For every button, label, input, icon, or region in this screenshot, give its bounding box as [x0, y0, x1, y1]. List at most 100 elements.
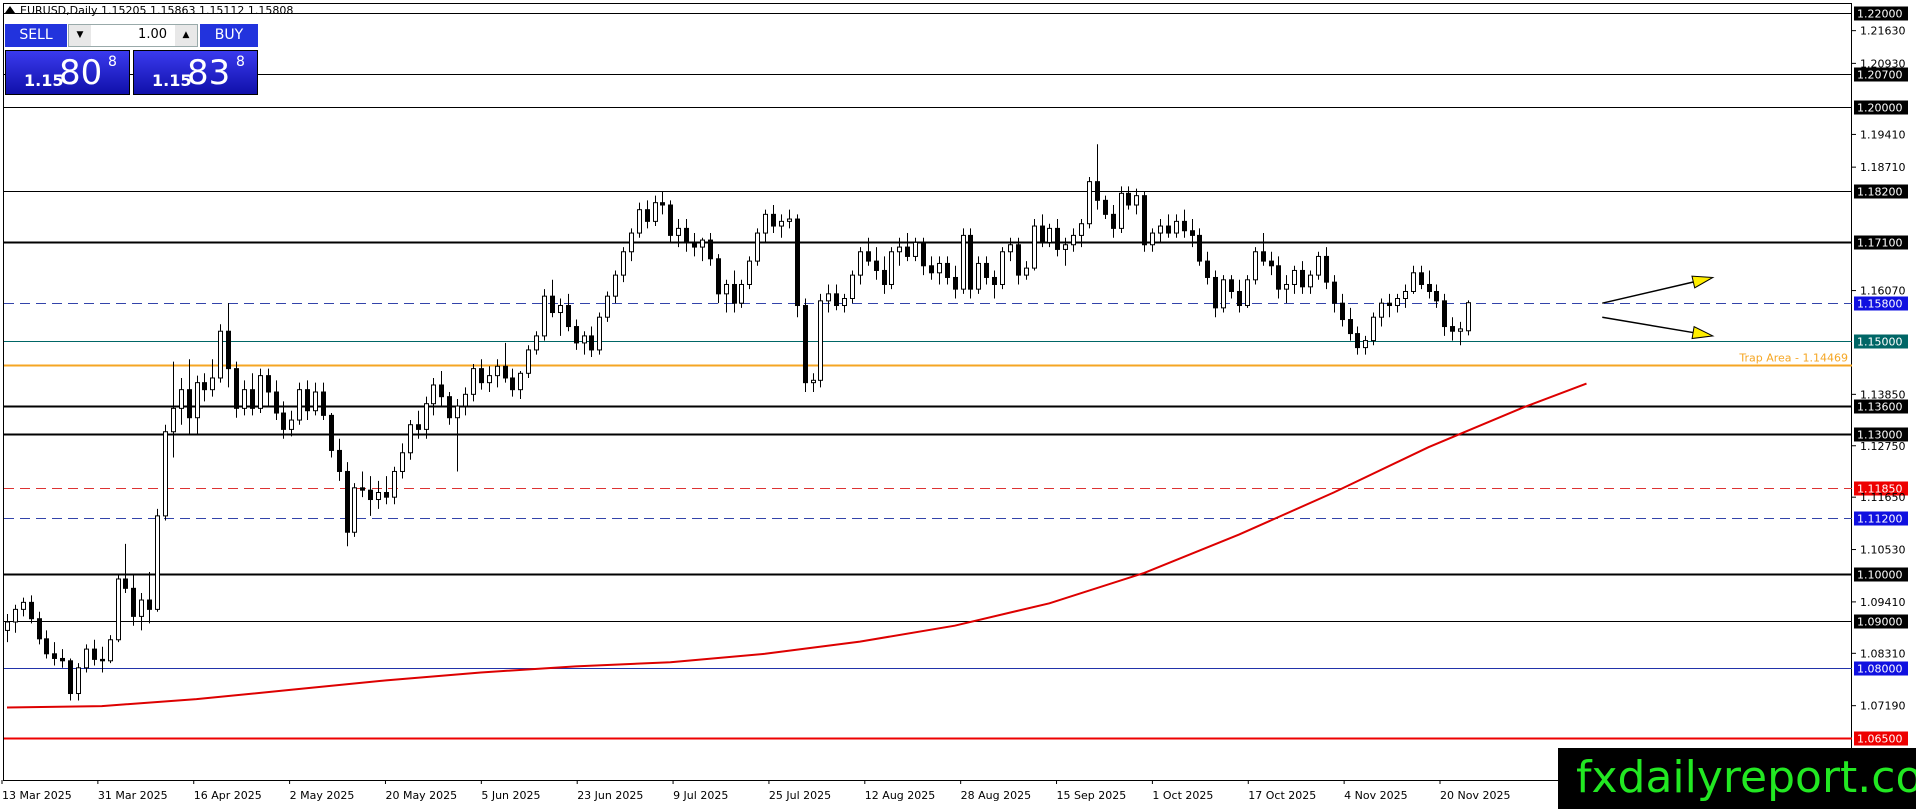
candle-bear-body — [510, 377, 515, 391]
candle-bear-body — [329, 414, 334, 451]
candle-bull-body — [534, 335, 539, 351]
candle-bear-body — [1197, 234, 1202, 262]
y-axis: 1.21630 1.20930 1.19410 1.18710 1.16070 1.138… — [1852, 25, 1906, 765]
candle-bear-body — [732, 283, 737, 304]
candle-bull-body — [1411, 272, 1416, 292]
candle-bull-body — [913, 241, 918, 257]
candle-bear-body — [589, 335, 594, 351]
candle-bear-body — [1332, 281, 1337, 304]
candle-bull-body — [739, 283, 744, 304]
candle-bull-body — [763, 213, 768, 234]
candle-bear-body — [795, 218, 800, 307]
candle-bear-body — [281, 412, 286, 430]
candle-bull-body — [637, 209, 642, 234]
candle-bear-body — [1269, 260, 1274, 267]
candle-bull-body — [1008, 244, 1013, 253]
candle-bull-body — [1379, 302, 1384, 318]
candle-bear-body — [368, 489, 373, 501]
candle-bull-body — [518, 372, 523, 391]
candle — [1316, 251, 1321, 280]
candle-bull-body — [937, 262, 942, 274]
candle-bull-body — [155, 515, 160, 610]
candle-bear-body — [945, 262, 950, 278]
candle-bear-body — [147, 599, 152, 610]
candle-bull-body — [976, 262, 981, 290]
y-tick-label: 1.11650 — [1860, 491, 1906, 504]
buy-price-box[interactable]: 1.15 83 8 — [133, 50, 258, 95]
candle-bear-body — [1276, 265, 1281, 290]
brand-text: fxdailyreport.com — [1576, 752, 1916, 803]
candle — [597, 312, 602, 355]
candle-bull-body — [676, 227, 681, 236]
candle-bear-body — [566, 305, 571, 328]
brand-watermark: fxdailyreport.com — [1558, 748, 1916, 809]
level-tag-label: 1.13600 — [1857, 401, 1903, 414]
candle-bull-body — [13, 608, 18, 623]
candle-bear-body — [874, 260, 879, 271]
candle-bull-body — [400, 452, 405, 472]
candle-bull-body — [1000, 251, 1005, 285]
y-tick-label: 1.07190 — [1860, 700, 1906, 713]
candle-bull-body — [1221, 279, 1226, 309]
candle — [1221, 275, 1226, 313]
candle-bear-body — [1229, 279, 1234, 292]
candle-bull-body — [289, 419, 294, 430]
candle-bear-body — [305, 389, 310, 412]
candle-bull-body — [376, 492, 381, 501]
candle-bull-body — [1071, 234, 1076, 246]
candle-bull-body — [653, 202, 658, 222]
lot-size-field[interactable]: ▼ 1.00 ▲ — [68, 24, 198, 47]
x-tick-label: 2 May 2025 — [290, 789, 355, 802]
candle — [258, 368, 263, 414]
sell-price-box[interactable]: 1.15 80 8 — [5, 50, 130, 95]
candle-bull-body — [629, 232, 634, 253]
chart-title: EURUSD,Daily 1.15205 1.15863 1.15112 1.1… — [20, 4, 294, 17]
level-tag-label: 1.20000 — [1857, 102, 1903, 115]
candle-bull-body — [1174, 220, 1179, 234]
candle-bear-body — [1387, 302, 1392, 307]
level-tag-label: 1.06500 — [1857, 733, 1903, 746]
candle — [329, 413, 334, 458]
candle — [605, 291, 610, 322]
candle-bull-body — [1158, 225, 1163, 234]
collapse-icon[interactable] — [5, 6, 15, 13]
candle-bull-body — [700, 239, 705, 248]
candle-bear-body — [1182, 220, 1187, 232]
candle-bear-body — [250, 389, 255, 409]
candle-bear-body — [1427, 283, 1432, 292]
buy-button[interactable]: BUY — [200, 24, 258, 47]
y-tick-label: 1.13850 — [1860, 388, 1906, 401]
candle-bull-body — [542, 295, 547, 337]
y-tick-label: 1.10530 — [1860, 544, 1906, 557]
level-tag-label: 1.08000 — [1857, 663, 1903, 676]
candle-bear-body — [384, 492, 389, 498]
candle-bull-body — [818, 300, 823, 381]
candle-bear-body — [803, 305, 808, 384]
buy-price-main: 83 — [187, 53, 231, 93]
level-tag-label: 1.09000 — [1857, 616, 1903, 629]
trap-area-label: Trap Area - 1.14469 — [1738, 352, 1848, 365]
candle — [739, 279, 744, 308]
price-chart[interactable]: 1.220001.207001.200001.182001.171001.158… — [0, 0, 1916, 809]
candle — [968, 228, 973, 299]
candle-bull-body — [811, 379, 816, 384]
candle-bull-body — [1079, 223, 1084, 236]
lot-increase-icon[interactable]: ▲ — [175, 25, 197, 46]
candle-bull-body — [826, 293, 831, 302]
sell-price-main: 80 — [59, 53, 103, 93]
candle — [1000, 247, 1005, 290]
candle-bull-body — [179, 389, 184, 409]
sell-button[interactable]: SELL — [5, 24, 67, 47]
lot-decrease-icon[interactable]: ▼ — [69, 25, 91, 46]
x-tick-label: 25 Jul 2025 — [769, 789, 831, 802]
x-tick-label: 28 Aug 2025 — [961, 789, 1031, 802]
candle-bull-body — [1403, 290, 1408, 300]
y-tick-label: 1.09410 — [1860, 596, 1906, 609]
candle-bear-body — [1324, 255, 1329, 283]
x-tick-label: 23 Jun 2025 — [577, 789, 643, 802]
candle — [116, 574, 121, 643]
level-tag-label: 1.15000 — [1857, 336, 1903, 349]
candle-bear-body — [1040, 225, 1045, 243]
candle-bear-body — [1142, 195, 1147, 246]
candle-bull-body — [408, 424, 413, 454]
